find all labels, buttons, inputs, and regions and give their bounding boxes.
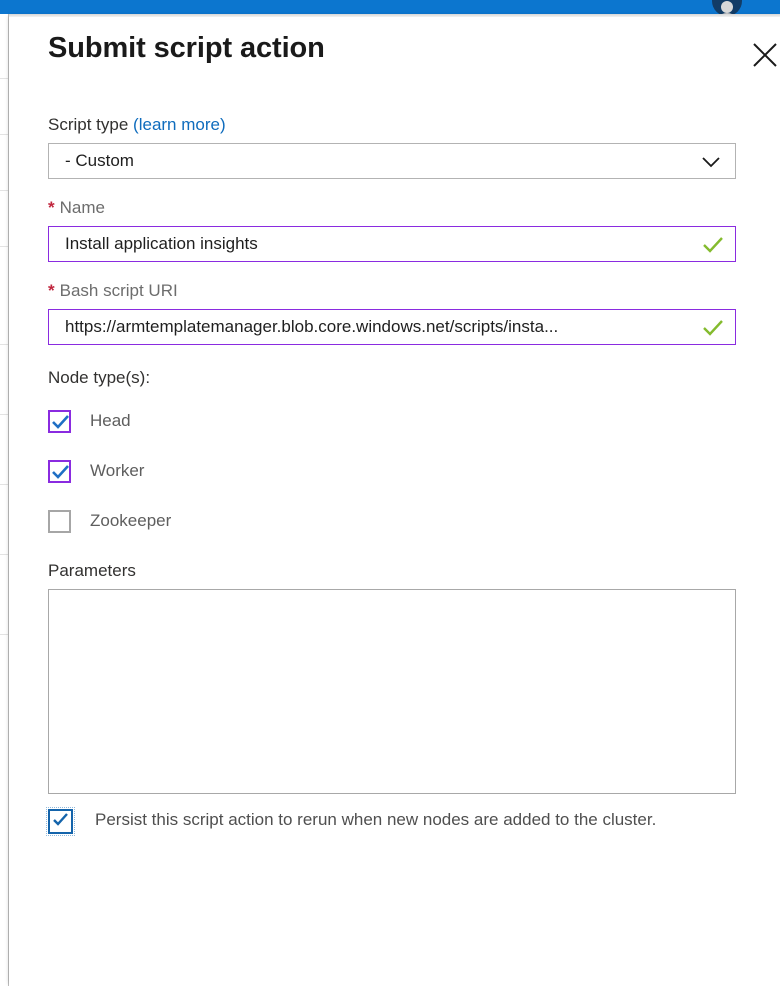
name-label: * Name: [48, 197, 748, 219]
learn-more-link[interactable]: (learn more): [133, 115, 226, 134]
parameters-textarea[interactable]: [48, 589, 736, 794]
submit-script-action-blade: Submit script action Script type (learn …: [9, 14, 780, 986]
script-type-select[interactable]: - Custom: [48, 143, 736, 179]
azure-top-bar: [0, 0, 780, 14]
bash-script-uri-label: * Bash script URI: [48, 280, 748, 302]
background-blade-strip[interactable]: [0, 14, 9, 986]
node-types-label: Node type(s):: [48, 368, 151, 387]
background-blade-divider: [0, 484, 8, 485]
script-type-label-text: Script type: [48, 115, 129, 134]
user-avatar[interactable]: [712, 0, 742, 14]
background-blade-divider: [0, 190, 8, 191]
checkbox-box-checked: [46, 807, 75, 836]
page-title: Submit script action: [48, 32, 325, 64]
checkbox-box-unchecked: [48, 509, 71, 533]
avatar-head: [721, 1, 733, 13]
valid-check-icon: [702, 235, 724, 260]
persist-script-action-label: Persist this script action to rerun when…: [95, 810, 657, 829]
bash-script-uri-label-text: Bash script URI: [59, 281, 178, 300]
node-type-zookeeper-label: Zookeeper: [90, 511, 172, 530]
persist-script-action-checkbox[interactable]: Persist this script action to rerun when…: [46, 806, 748, 836]
background-blade-divider: [0, 134, 8, 135]
background-blade-divider: [0, 414, 8, 415]
checkbox-box-checked: [48, 459, 71, 483]
valid-check-icon: [702, 318, 724, 343]
background-blade-divider: [0, 344, 8, 345]
node-type-zookeeper-checkbox[interactable]: Zookeeper: [48, 504, 748, 538]
required-marker: *: [48, 281, 55, 300]
node-type-head-label: Head: [90, 411, 131, 430]
script-type-selected-value: - Custom: [65, 151, 134, 170]
node-type-worker-label: Worker: [90, 461, 145, 480]
background-blade-divider: [0, 554, 8, 555]
parameters-label: Parameters: [48, 561, 136, 580]
script-action-form: Script type (learn more) - Custom * Name …: [46, 114, 748, 836]
bash-script-uri-field[interactable]: https://armtemplatemanager.blob.core.win…: [48, 309, 736, 345]
required-marker: *: [48, 198, 55, 217]
script-type-label: Script type (learn more): [48, 114, 748, 136]
close-icon[interactable]: [748, 38, 780, 72]
chevron-down-icon: [701, 155, 721, 174]
blade-top-divider: [9, 14, 780, 17]
checkbox-box-checked: [48, 409, 71, 433]
background-blade-divider: [0, 78, 8, 79]
node-type-head-checkbox[interactable]: Head: [48, 404, 748, 438]
name-label-text: Name: [59, 198, 105, 217]
node-type-worker-checkbox[interactable]: Worker: [48, 454, 748, 488]
background-blade-divider: [0, 634, 8, 635]
name-field-value: Install application insights: [65, 234, 258, 253]
background-blade-divider: [0, 246, 8, 247]
bash-script-uri-value: https://armtemplatemanager.blob.core.win…: [65, 317, 559, 336]
name-field[interactable]: Install application insights: [48, 226, 736, 262]
blade-header: Submit script action: [48, 28, 780, 76]
